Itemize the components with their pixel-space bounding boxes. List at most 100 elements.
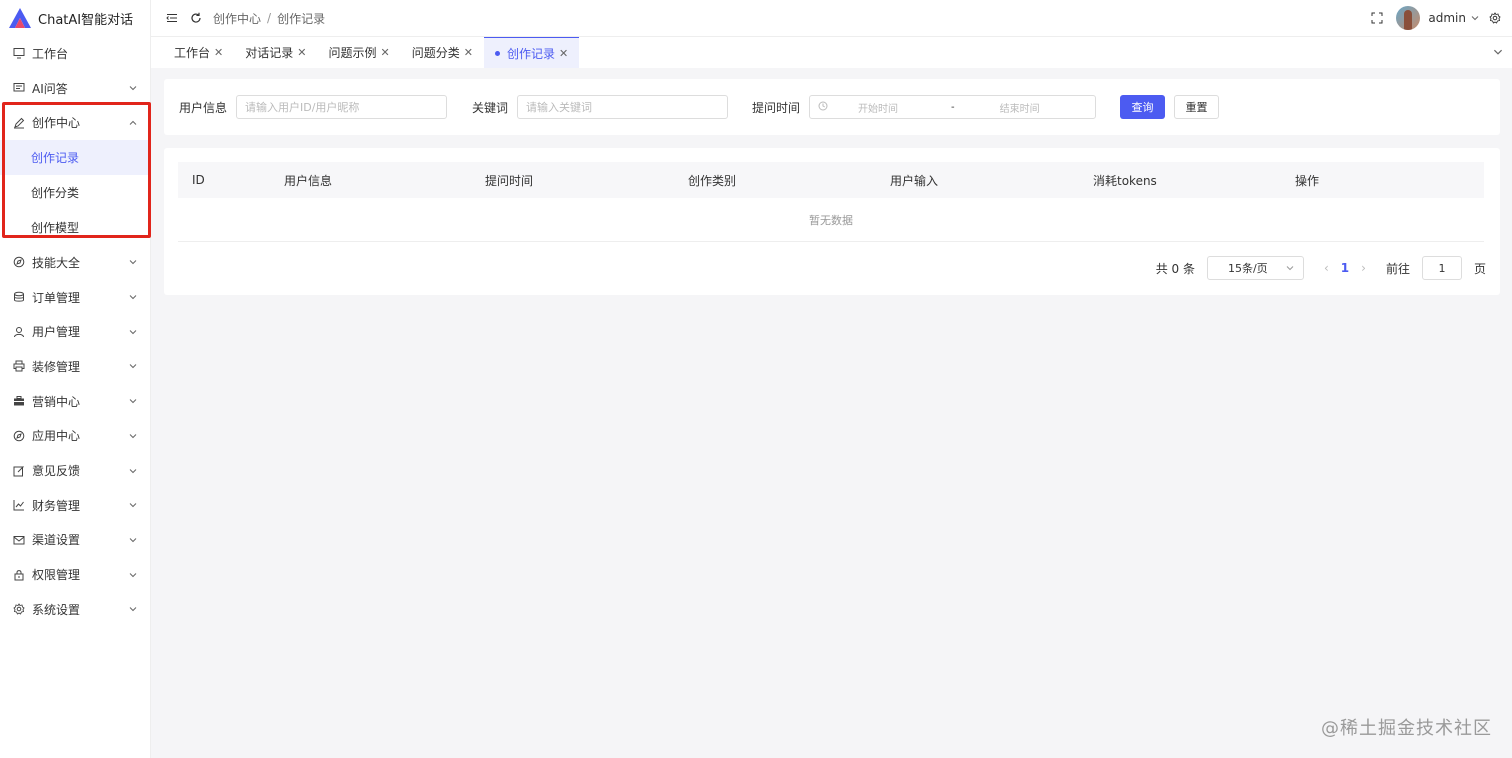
sidebar-subitem-creation-records[interactable]: 创作记录 [0,140,150,176]
chevron-down-icon [129,433,137,439]
logo-icon [9,8,31,28]
column-header-question-time: 提问时间 [485,173,534,188]
sidebar-menu: 工作台 AI问答 创作中心 创作记录 创作分类 创作模型 技能大全 订单管理 用… [0,36,150,627]
chevron-down-icon[interactable] [1492,46,1504,58]
column-header-tokens: 消耗tokens [1093,173,1157,188]
user-info-input[interactable]: 请输入用户ID/用户昵称 [236,95,448,119]
chat-icon [13,82,25,94]
goto-page-input[interactable]: 1 [1421,256,1462,280]
chevron-down-icon [129,538,137,543]
sidebar-item-ai-qa[interactable]: AI问答 [0,71,150,106]
page-tabs: 工作台 ✕ 对话记录 ✕ 问题示例 ✕ 问题分类 ✕ 创作记录 ✕ [151,37,1512,68]
records-table-card: ID 用户信息 提问时间 创作类别 用户输入 消耗tokens 操作 暂无数据 … [164,148,1500,295]
column-header-id: ID [192,173,205,187]
next-page-icon[interactable]: › [1361,261,1366,275]
total-count: 共 0 条 [1155,261,1195,276]
tab-creation-records[interactable]: 创作记录 ✕ [483,37,580,68]
chevron-up-icon [129,120,137,125]
app-logo[interactable]: ChatAI智能对话 [0,0,150,36]
tab-dashboard[interactable]: 工作台 ✕ [163,37,234,68]
sidebar-subitem-creation-categories[interactable]: 创作分类 [0,175,150,210]
refresh-icon[interactable] [189,11,203,25]
sidebar-subitem-creation-models[interactable]: 创作模型 [0,210,150,245]
sidebar-item-dashboard[interactable]: 工作台 [0,36,150,71]
sidebar-item-orders[interactable]: 订单管理 [0,280,150,315]
sidebar-item-creation-center[interactable]: 创作中心 [0,105,150,140]
watermark: @稀土掘金技术社区 [1321,718,1492,739]
sidebar-item-permissions[interactable]: 权限管理 [0,557,150,592]
close-icon[interactable]: ✕ [214,46,223,59]
pagination: 共 0 条 15条/页 ‹ 1 › 前往 1 页 [1156,256,1486,280]
sidebar: ChatAI智能对话 工作台 AI问答 创作中心 创作记录 创作分类 创作模型 … [0,0,151,758]
query-button[interactable]: 查询 [1120,95,1166,119]
sidebar-item-feedback[interactable]: 意见反馈 [0,453,150,488]
close-icon[interactable]: ✕ [380,46,389,59]
tab-label: 创作记录 [506,46,555,61]
sidebar-item-users[interactable]: 用户管理 [0,314,150,349]
tab-label: 对话记录 [245,46,294,60]
tab-question-categories[interactable]: 问题分类 ✕ [401,37,484,68]
username[interactable]: admin [1428,11,1466,25]
close-icon[interactable]: ✕ [559,47,568,60]
sidebar-item-finance[interactable]: 财务管理 [0,488,150,523]
chevron-down-icon [129,607,137,612]
tab-chat-records[interactable]: 对话记录 ✕ [234,37,317,68]
user-info-label: 用户信息 [179,100,228,115]
close-icon[interactable]: ✕ [297,46,306,59]
date-range-picker[interactable]: 开始时间 - 结束时间 [809,95,1097,119]
sidebar-item-label: AI问答 [32,81,68,96]
page-number-current[interactable]: 1 [1341,261,1349,275]
reset-button[interactable]: 重置 [1174,95,1220,119]
tab-label: 工作台 [174,46,211,60]
sidebar-item-label: 渠道设置 [32,533,81,548]
sidebar-item-label: 财务管理 [32,498,81,513]
sidebar-item-marketing[interactable]: 营销中心 [0,384,150,419]
keyword-label: 关键词 [472,100,509,115]
page-size-value: 15条/页 [1227,262,1268,275]
user-icon [13,326,25,338]
fullscreen-icon[interactable] [1370,11,1384,25]
page-unit-label: 页 [1473,261,1486,276]
lock-icon [13,569,25,581]
sidebar-item-label: 意见反馈 [32,464,81,479]
tab-label: 问题分类 [411,46,460,60]
sidebar-item-channels[interactable]: 渠道设置 [0,523,150,558]
avatar[interactable] [1396,6,1421,30]
end-time-input[interactable]: 结束时间 [1000,100,1040,115]
gear-icon [13,603,25,615]
chevron-down-icon [129,329,137,334]
sidebar-item-label: 创作中心 [32,116,81,131]
keyword-input[interactable]: 请输入关键词 [517,95,729,119]
chevron-down-icon [129,503,137,508]
start-time-input[interactable]: 开始时间 [858,100,898,115]
close-icon[interactable]: ✕ [464,46,473,59]
sidebar-item-skills[interactable]: 技能大全 [0,245,150,280]
filter-form: 用户信息 请输入用户ID/用户昵称 关键词 请输入关键词 提问时间 开始时间 -… [164,79,1500,135]
breadcrumb-item[interactable]: 创作中心 [213,10,261,27]
sidebar-item-apps[interactable]: 应用中心 [0,419,150,454]
sidebar-item-decoration[interactable]: 装修管理 [0,349,150,384]
chevron-down-icon [129,364,137,369]
briefcase-icon [13,395,25,407]
chevron-down-icon[interactable] [1470,13,1480,23]
menu-fold-icon[interactable] [165,11,179,25]
chevron-down-icon [129,572,137,577]
pen-icon [13,117,25,129]
sidebar-item-label: 订单管理 [32,290,81,305]
prev-page-icon[interactable]: ‹ [1324,261,1329,275]
gear-icon[interactable] [1488,11,1502,25]
tab-question-examples[interactable]: 问题示例 ✕ [317,37,400,68]
database-icon [13,291,25,303]
empty-state: 暂无数据 [178,198,1484,242]
edit-icon [13,465,25,477]
column-header-actions: 操作 [1295,173,1320,188]
chevron-down-icon [129,468,137,473]
date-range-separator: - [951,101,955,113]
page-size-select[interactable]: 15条/页 [1206,256,1304,280]
chevron-down-icon [129,86,137,91]
chart-icon [13,499,25,511]
compass-icon [13,256,25,268]
sidebar-item-system-settings[interactable]: 系统设置 [0,592,150,627]
breadcrumb-separator: / [267,11,272,25]
table-header: ID 用户信息 提问时间 创作类别 用户输入 消耗tokens 操作 [178,162,1484,198]
